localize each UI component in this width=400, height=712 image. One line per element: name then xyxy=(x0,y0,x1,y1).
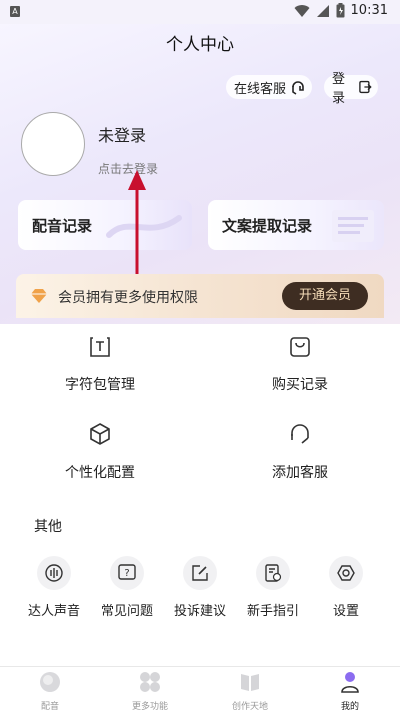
cube-icon xyxy=(90,423,110,445)
text-extract-records-label: 文案提取记录 xyxy=(222,216,313,235)
guide-icon xyxy=(256,556,290,590)
tab-more-functions-label: 更多功能 xyxy=(131,702,168,712)
edit-icon xyxy=(183,556,217,590)
voice-icon xyxy=(37,556,71,590)
document-decoration-icon xyxy=(332,210,374,242)
creator-voice-label: 达人声音 xyxy=(27,604,80,619)
tab-dub[interactable]: 配音 xyxy=(0,671,100,712)
service-icon xyxy=(292,81,304,95)
diamond-icon xyxy=(31,289,47,303)
bottom-tab-bar: 配音 更多功能 创作天地 我的 xyxy=(0,666,400,712)
avatar[interactable] xyxy=(21,112,85,176)
text-box-icon xyxy=(90,337,110,357)
beginner-guide-label: 新手指引 xyxy=(246,604,299,619)
login-label: 登录 xyxy=(332,72,346,106)
status-time: 10:31 xyxy=(350,3,388,18)
character-package-item[interactable]: 字符包管理 xyxy=(0,336,200,394)
login-button[interactable]: 登录 xyxy=(324,72,378,106)
purchase-records-item[interactable]: 购买记录 xyxy=(200,336,400,394)
tab-more-functions[interactable]: 更多功能 xyxy=(100,671,200,712)
faq-item[interactable]: ? 常见问题 xyxy=(87,556,167,619)
login-icon xyxy=(359,80,372,94)
status-bar: A 10:31 xyxy=(0,0,400,24)
personalization-item[interactable]: 个性化配置 xyxy=(0,422,200,482)
creator-voice-item[interactable]: 达人声音 xyxy=(14,556,94,619)
battery-icon xyxy=(336,3,345,18)
settings-label: 设置 xyxy=(332,604,359,619)
app-notification-icon: A xyxy=(10,6,20,17)
add-service-item[interactable]: 添加客服 xyxy=(200,422,400,482)
open-vip-button[interactable]: 开通会员 xyxy=(282,282,368,310)
dub-icon xyxy=(40,672,60,692)
signal-icon xyxy=(316,4,329,17)
character-package-label: 字符包管理 xyxy=(65,377,135,393)
question-icon: ? xyxy=(110,556,144,590)
tab-mine[interactable]: 我的 xyxy=(300,671,400,712)
other-section-title: 其他 xyxy=(34,519,62,535)
online-service-button[interactable]: 在线客服 xyxy=(226,75,312,99)
purchase-records-label: 购买记录 xyxy=(272,377,328,393)
add-service-label: 添加客服 xyxy=(272,465,328,481)
svg-text:?: ? xyxy=(124,568,129,579)
feedback-label: 投诉建议 xyxy=(173,604,226,619)
faq-label: 常见问题 xyxy=(100,604,153,619)
tab-creation-label: 创作天地 xyxy=(231,702,268,712)
wifi-icon xyxy=(294,4,310,17)
book-icon xyxy=(241,674,259,691)
page-title: 个人中心 xyxy=(166,35,234,55)
headset-icon xyxy=(291,424,309,444)
vip-banner[interactable]: 会员拥有更多使用权限 开通会员 xyxy=(16,274,384,318)
feedback-item[interactable]: 投诉建议 xyxy=(160,556,240,619)
profile-icon xyxy=(341,672,359,693)
vip-text: 会员拥有更多使用权限 xyxy=(58,290,198,306)
shopping-bag-icon xyxy=(290,337,310,357)
online-service-label: 在线客服 xyxy=(234,81,287,97)
tab-dub-label: 配音 xyxy=(40,702,59,712)
text-extract-records-card[interactable]: 文案提取记录 xyxy=(208,200,384,250)
annotation-arrow xyxy=(128,170,146,286)
tab-creation[interactable]: 创作天地 xyxy=(200,671,300,712)
beginner-guide-item[interactable]: 新手指引 xyxy=(233,556,313,619)
tab-mine-label: 我的 xyxy=(340,702,359,712)
dubbing-records-card[interactable]: 配音记录 xyxy=(18,200,192,250)
more-functions-icon xyxy=(140,672,160,692)
username[interactable]: 未登录 xyxy=(98,122,146,146)
dubbing-records-label: 配音记录 xyxy=(32,216,93,235)
personalization-label: 个性化配置 xyxy=(65,465,135,481)
settings-item[interactable]: 设置 xyxy=(306,556,386,619)
settings-icon xyxy=(329,556,363,590)
status-indicators: 10:31 xyxy=(294,3,388,18)
